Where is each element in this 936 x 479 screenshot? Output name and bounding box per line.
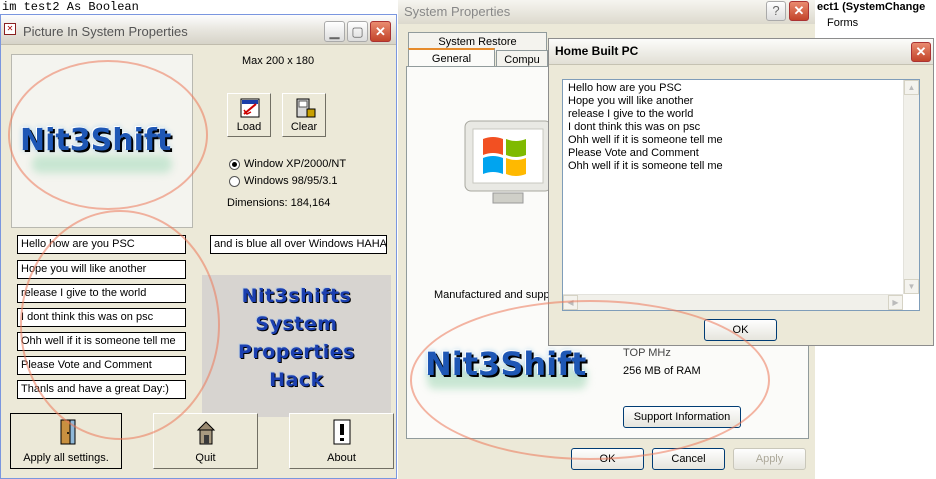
- nit3shift-logo: Nit3Shift: [425, 345, 587, 383]
- forms-node[interactable]: Forms: [827, 17, 858, 29]
- memo-line: Ohh well if it is someone tell me: [568, 160, 723, 172]
- picture-in-system-properties-window: ✕ Picture In System Properties ▁ ▢ ✕ Nit…: [0, 14, 397, 479]
- radio-windows-98-label[interactable]: Windows 98/95/3.1: [244, 175, 338, 187]
- tab-general[interactable]: General: [408, 48, 495, 68]
- quit-button[interactable]: Quit: [153, 413, 258, 469]
- quit-label: Quit: [195, 452, 216, 464]
- hack-banner-line: Hack: [269, 369, 324, 391]
- horizontal-scrollbar[interactable]: ◀ ▶: [563, 294, 903, 310]
- title-bar[interactable]: System Properties ? ✕: [398, 0, 815, 24]
- ram-label: 256 MB of RAM: [623, 365, 701, 377]
- house-icon: [196, 421, 216, 445]
- info-line-field[interactable]: Thanls and have a great Day:): [17, 380, 186, 399]
- load-label: Load: [236, 121, 262, 133]
- about-button[interactable]: About: [289, 413, 394, 469]
- picture-preview: Nit3Shift: [11, 54, 193, 228]
- code-editor-line: im test2 As Boolean: [0, 0, 400, 14]
- load-icon: [240, 98, 260, 118]
- about-label: About: [327, 452, 356, 464]
- app-icon: ✕: [4, 23, 16, 35]
- clear-icon: [296, 98, 316, 118]
- memo-line: release I give to the world: [568, 108, 694, 120]
- info-line-field[interactable]: I dont think this was on psc: [17, 308, 186, 327]
- scroll-down-icon[interactable]: ▼: [904, 279, 919, 294]
- memo-line: Please Vote and Comment: [568, 147, 699, 159]
- info-line-field[interactable]: Ohh well if it is someone tell me: [17, 332, 186, 351]
- memo-line: Hope you will like another: [568, 95, 694, 107]
- title-bar[interactable]: ✕ Picture In System Properties ▁ ▢ ✕: [1, 15, 396, 45]
- door-exit-icon: [60, 419, 76, 445]
- about-info-icon: [333, 419, 351, 445]
- help-button[interactable]: ?: [766, 1, 786, 21]
- dimensions-label: Dimensions: 184,164: [227, 197, 331, 209]
- load-button[interactable]: Load: [227, 93, 271, 137]
- memo-line: Hello how are you PSC: [568, 82, 682, 94]
- minimize-button[interactable]: ▁: [324, 21, 345, 42]
- close-button[interactable]: ✕: [911, 42, 931, 62]
- windows-monitor-icon: [464, 120, 552, 204]
- ok-button[interactable]: OK: [704, 319, 777, 341]
- memo-line: Ohh well if it is someone tell me: [568, 134, 723, 146]
- hack-banner-line: Properties: [238, 341, 355, 363]
- maximize-button[interactable]: ▢: [347, 21, 368, 42]
- hack-banner-line: System: [255, 313, 338, 335]
- vertical-scrollbar[interactable]: ▲ ▼: [903, 80, 919, 294]
- info-line-field[interactable]: Please Vote and Comment: [17, 356, 186, 375]
- info-line-field[interactable]: release I give to the world: [17, 284, 186, 303]
- nit3shift-logo: Nit3Shift: [20, 123, 172, 158]
- radio-windows-98[interactable]: [229, 176, 240, 187]
- close-button[interactable]: ✕: [789, 1, 809, 21]
- scroll-right-icon[interactable]: ▶: [888, 295, 903, 310]
- extra-line-field[interactable]: and is blue all over Windows HAHA: [210, 235, 387, 254]
- home-built-pc-dialog: Home Built PC ✕ Hello how are you PSC Ho…: [548, 38, 934, 346]
- radio-windows-xp-label[interactable]: Window XP/2000/NT: [244, 158, 346, 170]
- info-line-field[interactable]: Hello how are you PSC: [17, 235, 186, 254]
- apply-button[interactable]: Apply: [733, 448, 806, 470]
- radio-windows-xp[interactable]: [229, 159, 240, 170]
- support-information-button[interactable]: Support Information: [623, 406, 741, 428]
- info-memo-textarea[interactable]: Hello how are you PSC Hope you will like…: [562, 79, 920, 311]
- apply-all-settings-label: Apply all settings.: [23, 452, 109, 464]
- max-size-label: Max 200 x 180: [242, 55, 315, 67]
- clear-button[interactable]: Clear: [282, 93, 326, 137]
- manufactured-label: Manufactured and supp: [434, 289, 550, 301]
- cpu-speed-label: TOP MHz: [623, 347, 671, 359]
- memo-text: Hello how are you PSC Hope you will like…: [568, 82, 898, 173]
- window-title: Home Built PC: [555, 44, 639, 58]
- info-line-field[interactable]: Hope you will like another: [17, 260, 186, 279]
- hack-banner-line: Nit3shifts: [241, 285, 352, 307]
- apply-all-settings-button[interactable]: Apply all settings.: [10, 413, 122, 469]
- close-button[interactable]: ✕: [370, 21, 391, 42]
- project-title: ect1 (SystemChange: [817, 1, 926, 13]
- window-title: Picture In System Properties: [23, 24, 188, 39]
- ok-button[interactable]: OK: [571, 448, 644, 470]
- clear-label: Clear: [290, 121, 318, 133]
- window-title: System Properties: [404, 4, 511, 19]
- scroll-left-icon[interactable]: ◀: [563, 295, 578, 310]
- hack-banner: Nit3shifts System Properties Hack: [202, 275, 391, 417]
- title-bar[interactable]: Home Built PC ✕: [549, 39, 933, 65]
- memo-line: I dont think this was on psc: [568, 121, 701, 133]
- cancel-button[interactable]: Cancel: [652, 448, 725, 470]
- scroll-up-icon[interactable]: ▲: [904, 80, 919, 95]
